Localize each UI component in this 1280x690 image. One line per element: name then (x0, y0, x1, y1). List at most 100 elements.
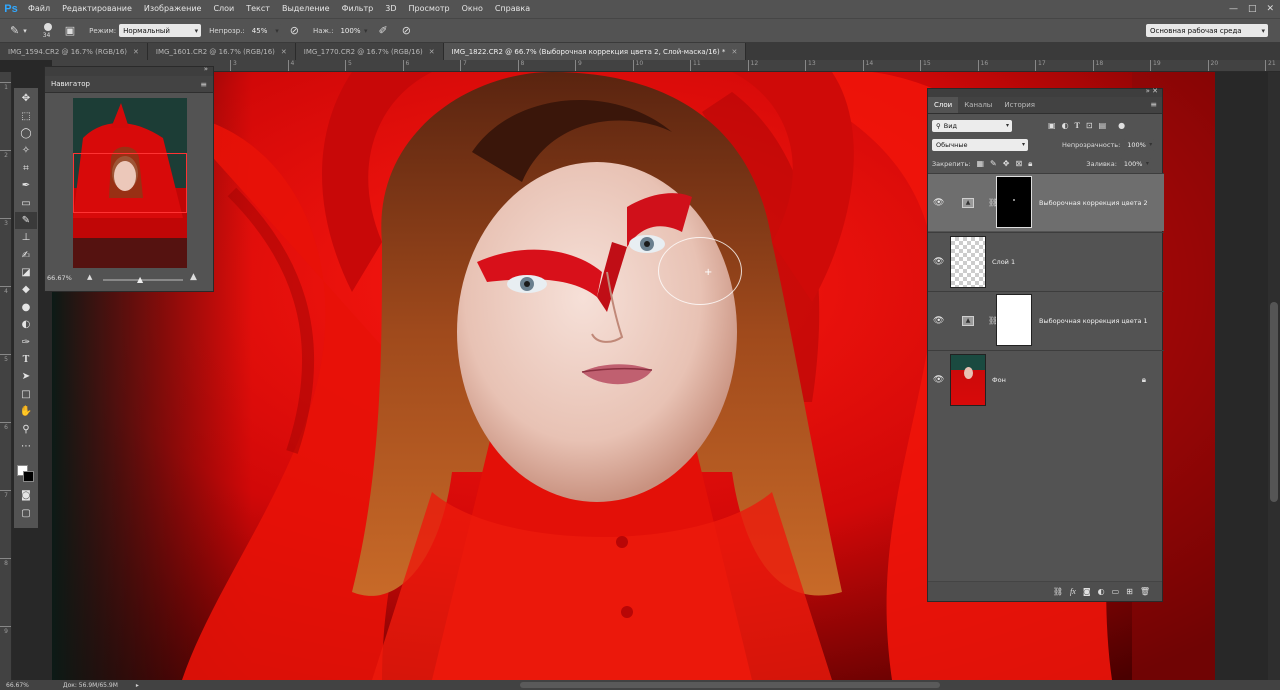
adjustment-filter-icon[interactable]: ◐ (1062, 121, 1069, 130)
brush-panel-icon[interactable]: ▣ (65, 24, 75, 37)
panel-collapse-strip[interactable]: » ✕ (928, 87, 1162, 97)
menu-item[interactable]: Фильтр (336, 0, 380, 18)
tab-img-1822[interactable]: IMG_1822.CR2 @ 66.7% (Выборочная коррекц… (443, 43, 747, 60)
navigator-view-frame[interactable] (73, 153, 187, 213)
visibility-eye-icon[interactable]: 👁︎ (933, 375, 945, 385)
close-icon[interactable]: ✕ (133, 48, 139, 56)
marquee-tool-icon[interactable]: ⬚ (15, 107, 37, 124)
workspace-dropdown[interactable]: Основная рабочая среда (1146, 24, 1268, 37)
menu-item[interactable]: Выделение (276, 0, 336, 18)
zoom-slider-knob[interactable]: ▲ (137, 275, 143, 284)
type-filter-icon[interactable]: T (1075, 121, 1080, 130)
tab-channels[interactable]: Каналы (958, 97, 998, 113)
layer-opacity-input[interactable]: 100% (1123, 138, 1156, 151)
layer-row[interactable]: 👁︎ Слой 1 (928, 232, 1164, 290)
zoom-in-icon[interactable]: ▲ (190, 272, 197, 282)
new-layer-icon[interactable]: ⊞ (1126, 587, 1133, 596)
link-layers-icon[interactable]: ⛓︎ (1053, 587, 1063, 596)
pen-tool-icon[interactable]: ✑ (15, 333, 37, 350)
path-selection-tool-icon[interactable]: ➤ (15, 368, 37, 385)
panel-menu-icon[interactable]: ≡ (1150, 100, 1157, 109)
airbrush-icon[interactable]: ✐ (378, 24, 387, 37)
panel-menu-icon[interactable]: ≡ (200, 80, 207, 89)
blend-mode-dropdown[interactable]: Обычные (932, 138, 1028, 151)
lock-artboard-icon[interactable]: ⊠ (1015, 159, 1022, 168)
screen-mode-icon[interactable]: ▢ (15, 505, 37, 522)
menu-item[interactable]: Изображение (138, 0, 208, 18)
menu-item[interactable]: Справка (489, 0, 536, 18)
move-tool-icon[interactable]: ✥ (15, 90, 37, 107)
panel-collapse-strip[interactable]: » (45, 65, 213, 76)
smart-object-filter-icon[interactable]: ▤ (1099, 121, 1107, 130)
layer-row[interactable]: 👁︎ ▲ ⛓︎ Выборочная коррекция цвета 2 (928, 173, 1164, 231)
pressure-size-icon[interactable]: ⊘ (402, 24, 411, 37)
lock-pixels-icon[interactable]: ✎ (990, 159, 997, 168)
brush-tool-icon[interactable]: ✎ (15, 211, 37, 230)
eyedropper-tool-icon[interactable]: ✒ (15, 177, 37, 194)
lock-transparency-icon[interactable]: ▦ (976, 159, 984, 168)
new-group-icon[interactable]: ▭ (1112, 587, 1120, 596)
maximize-button[interactable]: □ (1248, 4, 1257, 14)
lasso-tool-icon[interactable]: ◯ (15, 125, 37, 142)
minimize-button[interactable]: — (1229, 4, 1238, 14)
layer-row[interactable]: 👁︎ Фон 🔒︎ (928, 350, 1164, 408)
crop-tool-icon[interactable]: ⌗ (15, 160, 37, 177)
menu-item[interactable]: Редактирование (56, 0, 138, 18)
quick-mask-icon[interactable]: ◙ (15, 487, 37, 504)
close-icon[interactable]: ✕ (429, 48, 435, 56)
vertical-scrollbar[interactable] (1268, 72, 1280, 680)
pixel-filter-icon[interactable]: ▣ (1048, 121, 1056, 130)
menu-item[interactable]: Текст (240, 0, 276, 18)
tab-img-1594[interactable]: IMG_1594.CR2 @ 16.7% (RGB/16) ✕ (0, 43, 148, 60)
close-icon[interactable]: ✕ (281, 48, 287, 56)
visibility-eye-icon[interactable]: 👁︎ (933, 198, 945, 208)
tab-history[interactable]: История (998, 97, 1041, 113)
zoom-tool-icon[interactable]: ⚲ (15, 420, 37, 437)
menu-item[interactable]: Файл (22, 0, 56, 18)
add-mask-icon[interactable]: ◙ (1083, 587, 1091, 596)
eraser-tool-icon[interactable]: ◪ (15, 264, 37, 281)
mode-dropdown[interactable]: Нормальный (119, 24, 202, 37)
new-adjustment-icon[interactable]: ◐ (1098, 587, 1105, 596)
menu-item[interactable]: Просмотр (403, 0, 456, 18)
layer-thumbnail[interactable] (950, 354, 986, 406)
zoom-out-icon[interactable]: ▲ (87, 273, 92, 281)
layer-filter-dropdown[interactable]: ⚲ Вид (932, 119, 1012, 132)
flow-input[interactable]: 100% (336, 24, 371, 37)
rectangle-tool-icon[interactable]: □ (15, 386, 37, 403)
lock-position-icon[interactable]: ✥ (1003, 159, 1010, 168)
blur-tool-icon[interactable]: ● (15, 299, 37, 316)
hand-tool-icon[interactable]: ✋ (15, 403, 37, 420)
filter-toggle-icon[interactable]: ● (1118, 121, 1125, 130)
healing-brush-tool-icon[interactable]: ▭ (15, 194, 37, 211)
tab-img-1601[interactable]: IMG_1601.CR2 @ 16.7% (RGB/16) ✕ (147, 43, 296, 60)
chevron-down-icon[interactable]: ▾ (23, 27, 27, 35)
brush-tool-icon[interactable]: ✎ (10, 24, 19, 37)
scrollbar-thumb[interactable] (1270, 302, 1278, 502)
visibility-eye-icon[interactable]: 👁︎ (933, 316, 945, 326)
visibility-eye-icon[interactable]: 👁︎ (933, 257, 945, 267)
magic-wand-tool-icon[interactable]: ✧ (15, 142, 37, 159)
paint-bucket-tool-icon[interactable]: ◆ (15, 281, 37, 298)
brush-preset-picker[interactable]: 34 (41, 20, 57, 42)
layer-thumbnail[interactable] (950, 236, 986, 288)
collapse-icon[interactable]: » ✕ (1146, 87, 1158, 95)
menu-item[interactable]: Слои (207, 0, 240, 18)
background-color-swatch[interactable] (23, 471, 34, 483)
more-tools-icon[interactable]: ⋯ (15, 438, 37, 455)
close-icon[interactable]: ✕ (731, 48, 737, 56)
lock-all-icon[interactable]: 🔒︎ (1028, 159, 1032, 169)
opacity-input[interactable]: 45% (247, 24, 282, 37)
collapse-icon[interactable]: » (204, 65, 208, 73)
type-tool-icon[interactable]: T (15, 351, 37, 368)
color-swatches[interactable] (15, 459, 37, 487)
menu-item[interactable]: 3D (379, 0, 402, 18)
delete-layer-icon[interactable]: 🗑︎ (1140, 587, 1150, 596)
fx-icon[interactable]: fx (1070, 587, 1076, 596)
history-brush-tool-icon[interactable]: ✍ (15, 247, 37, 264)
layer-fill-input[interactable]: 100% (1119, 157, 1152, 170)
shape-filter-icon[interactable]: ⊡ (1086, 121, 1093, 130)
navigator-thumbnail[interactable] (73, 98, 187, 268)
horizontal-scrollbar-thumb[interactable] (520, 682, 940, 688)
layer-mask-thumbnail[interactable] (996, 176, 1032, 228)
